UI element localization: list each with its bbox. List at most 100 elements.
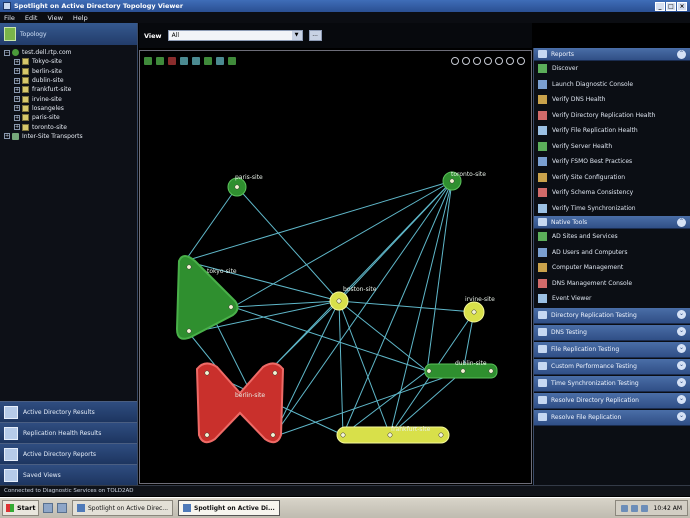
task-link[interactable]: Verify Server Health (534, 139, 690, 155)
expand-toggle-icon[interactable]: − (4, 49, 10, 56)
server-node[interactable] (340, 432, 346, 438)
expand-toggle-icon[interactable]: + (14, 86, 20, 93)
tree-item[interactable]: + toronto-site (2, 122, 135, 131)
link-filter-icon[interactable] (180, 57, 188, 65)
server-node[interactable] (449, 178, 455, 184)
tree-item[interactable]: + losangeles (2, 104, 135, 113)
volume-icon[interactable] (630, 504, 638, 512)
menu-file[interactable]: File (4, 14, 15, 22)
view-more-button[interactable]: ... (308, 30, 322, 41)
refresh-icon[interactable] (216, 57, 224, 65)
task-section-header[interactable]: Resolve File Replication ⌄ (534, 409, 690, 426)
zoom-region-icon[interactable] (506, 57, 514, 65)
nav-button-replication-results[interactable]: Replication Health Results (0, 422, 137, 443)
replication-link[interactable] (338, 300, 475, 313)
layout-icon[interactable] (144, 57, 152, 65)
chevron-down-icon[interactable]: ⌄ (677, 326, 686, 336)
chevron-down-icon[interactable]: ⌄ (677, 360, 686, 370)
tree-item[interactable]: + dublin-site (2, 76, 135, 85)
server-node[interactable] (438, 432, 444, 438)
chevron-up-icon[interactable]: ⌃ (677, 218, 686, 227)
expand-toggle-icon[interactable]: + (14, 96, 20, 103)
replication-link[interactable] (272, 180, 453, 368)
server-node[interactable] (336, 298, 342, 304)
task-link[interactable]: Launch Diagnostic Console (534, 77, 690, 93)
task-link[interactable]: DNS Management Console (534, 276, 690, 292)
task-link[interactable]: AD Users and Computers (534, 245, 690, 261)
taskbar-button-spotlight-1[interactable]: Spotlight on Active Direc... (72, 500, 174, 516)
task-link[interactable]: Verify Site Configuration (534, 170, 690, 186)
server-node[interactable] (228, 304, 234, 310)
replication-link[interactable] (184, 186, 238, 262)
menu-view[interactable]: View (47, 14, 62, 22)
nav-button-ad-results[interactable]: Active Directory Results (0, 401, 137, 422)
task-section-header[interactable]: Time Synchronization Testing ⌄ (534, 375, 690, 392)
server-node[interactable] (426, 368, 432, 374)
task-section-header[interactable]: Directory Replication Testing ⌄ (534, 307, 690, 324)
tree-item[interactable]: + berlin-site (2, 67, 135, 76)
chevron-down-icon[interactable]: ⌄ (677, 394, 686, 404)
server-node[interactable] (460, 368, 466, 374)
task-section-header[interactable]: DNS Testing ⌄ (534, 324, 690, 341)
server-node[interactable] (488, 368, 494, 374)
replication-link[interactable] (236, 186, 340, 302)
server-node[interactable] (387, 432, 393, 438)
task-link[interactable]: Computer Management (534, 260, 690, 276)
server-node[interactable] (471, 309, 477, 315)
taskbar-button-spotlight-2[interactable]: Spotlight on Active Di... (178, 500, 280, 516)
expand-toggle-icon[interactable]: + (14, 58, 20, 65)
chevron-down-icon[interactable]: ⌄ (677, 411, 686, 421)
zoom-reset-icon[interactable] (517, 57, 525, 65)
menu-edit[interactable]: Edit (25, 14, 38, 22)
zoom-in-icon[interactable] (473, 57, 481, 65)
task-link[interactable]: Verify File Replication Health (534, 123, 690, 139)
expand-toggle-icon[interactable]: + (14, 124, 20, 131)
tree-item[interactable]: + Inter-Site Transports (2, 132, 135, 141)
replication-link[interactable] (232, 306, 428, 372)
tree-item[interactable]: − test.dell.rtp.com (2, 48, 135, 57)
tree-item[interactable]: + frankfurt-site (2, 85, 135, 94)
expand-toggle-icon[interactable]: + (4, 133, 10, 140)
site-filter-icon[interactable] (156, 57, 164, 65)
expand-toggle-icon[interactable]: + (14, 77, 20, 84)
pointer-icon[interactable] (451, 57, 459, 65)
nav-button-saved-views[interactable]: Saved Views (0, 464, 137, 485)
server-node[interactable] (204, 432, 210, 438)
site-node-berlin[interactable] (195, 362, 285, 444)
chevron-down-icon[interactable]: ⌄ (677, 377, 686, 387)
task-section-header[interactable]: Resolve Directory Replication ⌄ (534, 392, 690, 409)
expand-toggle-icon[interactable]: + (14, 105, 20, 112)
task-section-header[interactable]: File Replication Testing ⌄ (534, 341, 690, 358)
expand-toggle-icon[interactable]: + (14, 114, 20, 121)
tree-item[interactable]: + irvine-site (2, 94, 135, 103)
server-node[interactable] (186, 328, 192, 334)
expand-toggle-icon[interactable]: + (14, 68, 20, 75)
chevron-up-icon[interactable]: ⌃ (677, 50, 686, 59)
server-node[interactable] (272, 370, 278, 376)
topology-graph[interactable]: paris-site toronto-site tokyo-site bosto… (145, 75, 525, 475)
chevron-down-icon[interactable]: ⌄ (677, 343, 686, 353)
pan-icon[interactable] (462, 57, 470, 65)
task-section-header[interactable]: Custom Performance Testing ⌄ (534, 358, 690, 375)
close-button[interactable]: × (677, 1, 687, 11)
view-select[interactable]: All ▼ (167, 30, 303, 41)
tree-item[interactable]: + Tokyo-site (2, 57, 135, 66)
server-node[interactable] (186, 264, 192, 270)
zoom-out-icon[interactable] (484, 57, 492, 65)
server-node[interactable] (204, 370, 210, 376)
task-section-header[interactable]: Native Tools ⌃ (534, 216, 690, 229)
task-link[interactable]: Verify Schema Consistency (534, 185, 690, 201)
task-link[interactable]: Verify FSMO Best Practices (534, 154, 690, 170)
chevron-down-icon[interactable]: ⌄ (677, 309, 686, 319)
tree-item[interactable]: + paris-site (2, 113, 135, 122)
nav-button-ad-reports[interactable]: Active Directory Reports (0, 443, 137, 464)
task-link[interactable]: Event Viewer (534, 291, 690, 307)
server-node[interactable] (234, 184, 240, 190)
minimize-button[interactable]: _ (655, 1, 665, 11)
task-link[interactable]: Verify DNS Health (534, 92, 690, 108)
server-node[interactable] (270, 432, 276, 438)
alarm-filter-icon[interactable] (168, 57, 176, 65)
network-icon[interactable] (620, 504, 628, 512)
quicklaunch-desktop-icon[interactable] (43, 503, 53, 513)
replication-link[interactable] (338, 300, 344, 436)
